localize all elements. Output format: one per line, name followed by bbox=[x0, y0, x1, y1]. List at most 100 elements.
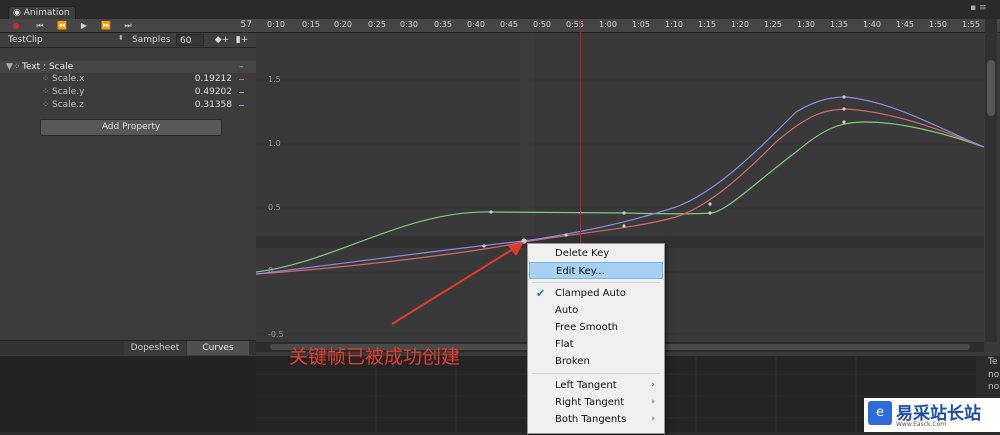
curve-color-swatch bbox=[239, 92, 244, 93]
menu-item-label: Flat bbox=[555, 339, 574, 350]
record-button[interactable]: ● bbox=[6, 19, 26, 32]
playback-toolbar: ● ⏮ ⏪ ▶ ⏩ ⏭ 57 bbox=[0, 19, 256, 33]
dropdown-arrow-icon: ⬍ bbox=[118, 34, 124, 42]
animation-icon: ◉ bbox=[13, 8, 24, 18]
annotation-caption: 关键帧已被成功创建 bbox=[289, 346, 461, 368]
transform-icon: ⁘ bbox=[42, 87, 50, 97]
menu-item-label: Auto bbox=[555, 305, 579, 316]
property-label: Scale.y bbox=[52, 87, 85, 97]
transform-icon: ⁘ bbox=[42, 74, 50, 84]
time-tick: 0:15 bbox=[302, 20, 320, 29]
logo-subtext: Www.Easck.Com bbox=[896, 421, 947, 428]
samples-label: Samples bbox=[132, 35, 171, 45]
time-tick: 1:50 bbox=[929, 20, 947, 29]
lower-left-panel bbox=[0, 356, 256, 432]
time-tick: 1:25 bbox=[764, 20, 782, 29]
time-tick: 0:45 bbox=[500, 20, 518, 29]
tab-animation-label: Animation bbox=[23, 8, 70, 18]
menu-item-edit-key[interactable]: Edit Key... bbox=[529, 262, 663, 279]
add-property-button[interactable]: Add Property bbox=[40, 119, 222, 136]
view-mode-tabs: Dopesheet Curves bbox=[0, 340, 256, 355]
time-tick: 0:20 bbox=[334, 20, 352, 29]
property-value[interactable]: 0.31358 bbox=[180, 99, 232, 111]
time-tick: 1:40 bbox=[863, 20, 881, 29]
inspector-text: no bbox=[988, 370, 1000, 380]
menu-item-label: Left Tangent bbox=[555, 380, 617, 391]
play-button[interactable]: ▶ bbox=[74, 19, 94, 32]
remove-property-icon[interactable]: – bbox=[239, 61, 244, 73]
time-tick: 0:10 bbox=[267, 20, 285, 29]
menu-item-label: Clamped Auto bbox=[555, 288, 626, 299]
tab-dopesheet[interactable]: Dopesheet bbox=[124, 341, 186, 355]
submenu-arrow-icon: › bbox=[651, 397, 655, 407]
clip-dropdown[interactable]: TestClip bbox=[4, 34, 126, 46]
menu-separator bbox=[532, 373, 660, 374]
curve-color-swatch bbox=[239, 79, 244, 80]
frame-field[interactable]: 57 bbox=[215, 19, 255, 32]
last-key-button[interactable]: ⏭ bbox=[118, 19, 138, 32]
time-tick: 1:15 bbox=[698, 20, 716, 29]
value-tick: 1.0 bbox=[268, 139, 281, 148]
value-tick: 0.5 bbox=[268, 203, 281, 212]
tab-animation[interactable]: ◉ Animation bbox=[8, 6, 76, 19]
foldout-arrow-icon[interactable]: ▼ bbox=[6, 61, 13, 73]
window-controls[interactable]: ▪ ≡ bbox=[970, 3, 987, 13]
vertical-scroll-thumb[interactable] bbox=[987, 60, 995, 116]
menu-item-label: Free Smooth bbox=[555, 322, 618, 333]
transform-icon: ⁘ bbox=[42, 100, 50, 110]
menu-item-auto[interactable]: Auto bbox=[529, 302, 663, 319]
add-keyframe-button[interactable]: ◆+ bbox=[214, 34, 230, 46]
property-row[interactable]: ⁘ Scale.y 0.49202 bbox=[0, 86, 256, 98]
tab-curves[interactable]: Curves bbox=[187, 341, 249, 355]
time-tick: 1:05 bbox=[632, 20, 650, 29]
menu-item-label: Both Tangents bbox=[555, 414, 627, 425]
next-key-button[interactable]: ⏩ bbox=[96, 19, 116, 32]
first-key-button[interactable]: ⏮ bbox=[30, 19, 50, 32]
clip-row: TestClip ⬍ Samples 60 ◆+ ▮+ bbox=[0, 33, 256, 48]
property-group-header[interactable]: ▼ ⁘ Text : Scale – bbox=[0, 61, 256, 73]
menu-item-delete-key[interactable]: Delete Key bbox=[529, 245, 663, 262]
transform-icon: ⁘ bbox=[13, 62, 21, 72]
time-tick: 1:55 bbox=[962, 20, 980, 29]
time-tick: 0:25 bbox=[368, 20, 386, 29]
menu-item-label: Broken bbox=[555, 356, 590, 367]
menu-item-free-smooth[interactable]: Free Smooth bbox=[529, 319, 663, 336]
logo-mark-icon: e bbox=[868, 401, 892, 425]
time-tick: 0:55 bbox=[566, 20, 584, 29]
submenu-arrow-icon: › bbox=[651, 380, 655, 390]
property-label: Scale.x bbox=[52, 74, 85, 84]
curve-color-swatch bbox=[239, 105, 244, 106]
checkmark-icon: ✔ bbox=[536, 287, 546, 300]
property-row[interactable]: ⁘ Scale.z 0.31358 bbox=[0, 99, 256, 111]
menu-item-both-tangents[interactable]: Both Tangents › bbox=[529, 411, 663, 428]
menu-item-label: Edit Key... bbox=[556, 266, 605, 277]
prev-key-button[interactable]: ⏪ bbox=[52, 19, 72, 32]
property-row[interactable]: ⁘ Scale.x 0.19212 bbox=[0, 73, 256, 85]
menu-item-flat[interactable]: Flat bbox=[529, 336, 663, 353]
menu-item-right-tangent[interactable]: Right Tangent › bbox=[529, 394, 663, 411]
value-tick: 1.5 bbox=[268, 75, 281, 84]
add-event-button[interactable]: ▮+ bbox=[234, 34, 250, 46]
menu-item-clamped-auto[interactable]: ✔ Clamped Auto bbox=[529, 285, 663, 302]
time-tick: 0:40 bbox=[467, 20, 485, 29]
inspector-text: Te bbox=[988, 357, 998, 367]
time-tick: 1:00 bbox=[599, 20, 617, 29]
time-tick: 0:50 bbox=[533, 20, 551, 29]
property-value[interactable]: 0.49202 bbox=[180, 86, 232, 98]
submenu-arrow-icon: › bbox=[651, 414, 655, 424]
menu-item-label: Right Tangent bbox=[555, 397, 625, 408]
time-tick: 1:35 bbox=[830, 20, 848, 29]
property-group-label: Text : Scale bbox=[22, 62, 74, 72]
time-tick: 1:30 bbox=[797, 20, 815, 29]
property-value[interactable]: 0.19212 bbox=[180, 73, 232, 85]
inspector-text: no bbox=[988, 382, 1000, 392]
time-tick: 0:35 bbox=[434, 20, 452, 29]
property-label: Scale.z bbox=[52, 100, 84, 110]
menu-item-label: Delete Key bbox=[555, 248, 610, 259]
time-tick: 1:45 bbox=[896, 20, 914, 29]
menu-item-broken[interactable]: Broken bbox=[529, 353, 663, 370]
menu-item-left-tangent[interactable]: Left Tangent › bbox=[529, 377, 663, 394]
samples-field[interactable]: 60 bbox=[176, 34, 204, 46]
time-tick: 1:20 bbox=[731, 20, 749, 29]
window-tab-bar bbox=[0, 0, 1000, 19]
